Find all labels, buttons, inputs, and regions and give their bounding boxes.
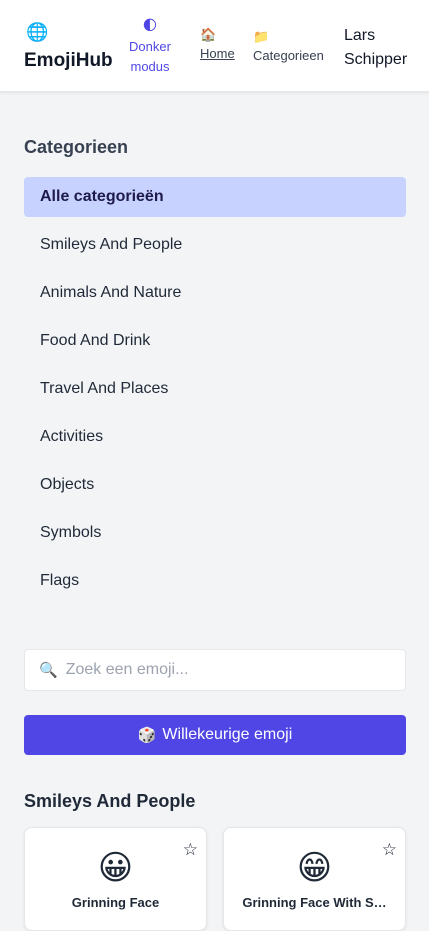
dice-icon: 🎲: [137, 727, 157, 744]
half-moon-icon: 🌓: [142, 17, 158, 33]
nav-home-link[interactable]: 🏠 Home: [200, 27, 235, 62]
emoji-card[interactable]: 😀 ☆ Grinning Face: [24, 827, 207, 931]
categories-heading: Categorieen: [24, 137, 129, 157]
search-icon: 🔍: [39, 662, 58, 679]
category-item-smileys-and-people[interactable]: Smileys And People: [24, 225, 406, 265]
random-emoji-label: Willekeurige emoji: [162, 726, 293, 743]
search-input[interactable]: [65, 661, 366, 679]
category-item-food-and-drink[interactable]: Food And Drink: [24, 321, 406, 361]
category-item-symbols[interactable]: Symbols: [24, 513, 406, 553]
grinning-face-with-smiling-eyes-emoji: 😁: [296, 849, 333, 887]
category-item-activities[interactable]: Activities: [24, 417, 406, 457]
user-name[interactable]: Lars Schipper: [344, 24, 424, 72]
category-item-travel-and-places[interactable]: Travel And Places: [24, 369, 406, 409]
nav-categories-label: Categorieen: [253, 48, 324, 63]
nav-home-label: Home: [200, 46, 235, 61]
category-item-animals-and-nature[interactable]: Animals And Nature: [24, 273, 406, 313]
category-item-flags[interactable]: Flags: [24, 561, 406, 601]
top-header: 🌐 EmojiHub 🌓 Donker modus 🏠 Home 📁 Categ…: [0, 0, 429, 92]
category-item-all[interactable]: Alle categorieën: [24, 177, 406, 217]
house-icon: 🏠: [200, 27, 217, 42]
dark-mode-toggle[interactable]: 🌓 Donker modus: [122, 17, 178, 77]
category-list: Alle categorieën Smileys And People Anim…: [24, 177, 406, 609]
emoji-name: Grinning Face: [71, 895, 160, 910]
category-item-objects[interactable]: Objects: [24, 465, 406, 505]
search-box: 🔍: [24, 649, 406, 691]
section-title: Smileys And People: [24, 791, 196, 811]
globe-icon: 🌐: [26, 22, 49, 42]
emoji-card[interactable]: 😁 ☆ Grinning Face With S…: [223, 827, 406, 931]
favorite-star-icon[interactable]: ☆: [382, 840, 397, 860]
dark-mode-label: Donker modus: [129, 39, 171, 74]
app-title[interactable]: EmojiHub: [24, 50, 113, 72]
emoji-name: Grinning Face With S…: [242, 895, 387, 910]
grinning-face-emoji: 😀: [97, 849, 134, 887]
folder-icon: 📁: [253, 29, 270, 44]
favorite-star-icon[interactable]: ☆: [183, 840, 198, 860]
nav-categories-link[interactable]: 📁 Categorieen: [253, 29, 324, 64]
random-emoji-button[interactable]: 🎲 Willekeurige emoji: [24, 715, 406, 755]
